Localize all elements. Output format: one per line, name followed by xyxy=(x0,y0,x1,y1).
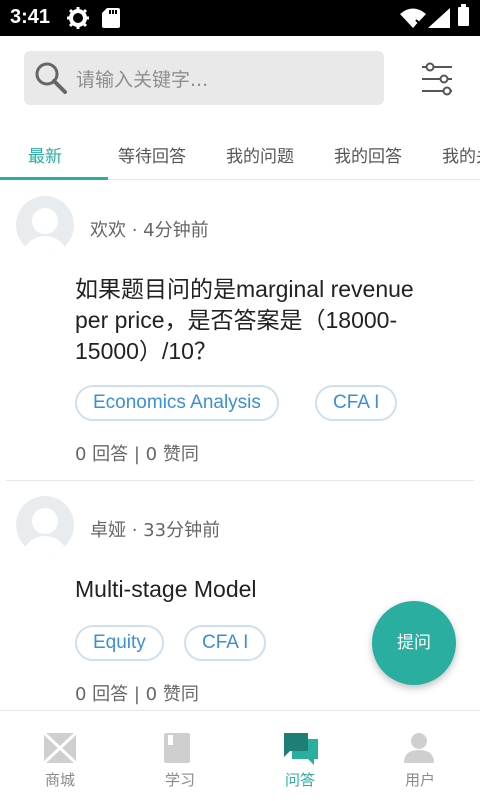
nav-item-user[interactable]: 用户 xyxy=(360,711,480,801)
sd-card-icon xyxy=(102,8,120,28)
tag-equity[interactable]: Equity xyxy=(75,625,164,661)
search-input[interactable]: 请输入关键字... xyxy=(24,51,384,105)
tab-my-follows[interactable]: 我的关注 xyxy=(442,142,480,167)
answer-like-stats: 0 回答 | 0 赞同 xyxy=(75,444,199,465)
battery-icon xyxy=(458,4,469,26)
search-header: 请输入关键字... xyxy=(0,36,480,122)
author-time: 卓娅 · 33分钟前 xyxy=(90,520,221,541)
cell-signal-icon xyxy=(428,8,450,28)
avatar[interactable] xyxy=(16,496,74,554)
clock: 3:41 xyxy=(10,6,51,28)
wifi-icon xyxy=(400,8,426,28)
nav-item-qa[interactable]: 问答 xyxy=(240,711,360,801)
nav-label: 商城 xyxy=(44,771,75,789)
nav-label: 学习 xyxy=(164,771,195,789)
tab-my-questions[interactable]: 我的问题 xyxy=(226,142,294,167)
tab-bar: 最新 等待回答 我的问题 我的回答 我的关注 xyxy=(0,134,480,180)
user-icon xyxy=(404,733,434,763)
settings-gear-icon xyxy=(67,7,89,29)
nav-item-study[interactable]: 学习 xyxy=(120,711,240,801)
tab-awaiting-answer[interactable]: 等待回答 xyxy=(118,142,186,167)
tag-cfa-i[interactable]: CFA I xyxy=(315,385,398,421)
question-title[interactable]: Multi-stage Model xyxy=(75,574,445,605)
answer-like-stats: 0 回答 | 0 赞同 xyxy=(75,684,199,705)
avatar[interactable] xyxy=(16,196,74,254)
book-icon xyxy=(164,733,190,763)
tag-cfa-i[interactable]: CFA I xyxy=(184,625,267,661)
nav-label: 问答 xyxy=(284,771,315,789)
bottom-navigation: 商城 学习 问答 用户 xyxy=(0,710,480,800)
question-title[interactable]: 如果题目问的是marginal revenue per price，是否答案是（… xyxy=(75,274,445,367)
nav-label: 用户 xyxy=(404,771,435,789)
question-card[interactable]: 欢欢 · 4分钟前 如果题目问的是marginal revenue per pr… xyxy=(0,180,480,480)
filter-sliders-icon[interactable] xyxy=(420,62,454,96)
chat-icon xyxy=(284,733,318,765)
search-icon xyxy=(35,62,67,94)
search-placeholder: 请输入关键字... xyxy=(76,69,209,91)
ask-question-button[interactable]: 提问 xyxy=(372,601,456,685)
nav-item-shop[interactable]: 商城 xyxy=(0,711,120,801)
status-bar: 3:41 xyxy=(0,0,480,36)
mail-icon xyxy=(44,733,76,763)
tag-economics-analysis[interactable]: Economics Analysis xyxy=(75,385,279,421)
tab-latest[interactable]: 最新 xyxy=(28,142,62,167)
tab-my-answers[interactable]: 我的回答 xyxy=(334,142,402,167)
author-time: 欢欢 · 4分钟前 xyxy=(90,220,209,241)
